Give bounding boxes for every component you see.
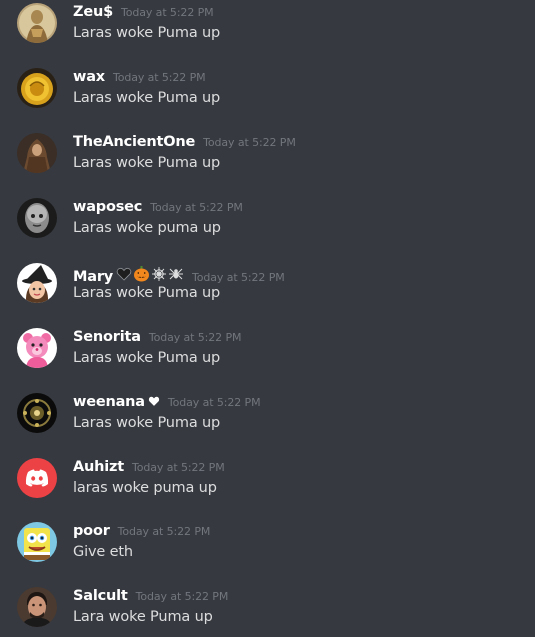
timestamp[interactable]: Today at 5:22 PM: [136, 590, 229, 603]
message-item: wax Today at 5:22 PM Laras woke Puma up: [0, 68, 535, 128]
message-item: Auhizt Today at 5:22 PM laras woke puma …: [0, 458, 535, 518]
username[interactable]: Senorita: [73, 329, 141, 345]
spider-emoji-icon: [169, 268, 184, 279]
message-content: Give eth: [73, 544, 133, 560]
message-content: laras woke puma up: [73, 480, 217, 496]
username[interactable]: Zeu$: [73, 4, 113, 20]
username[interactable]: poor: [73, 523, 110, 539]
spongebob-avatar-icon: [17, 522, 57, 562]
message-content: Laras woke Puma up: [73, 90, 221, 106]
timestamp[interactable]: Today at 5:22 PM: [118, 525, 211, 538]
message-content: Laras woke puma up: [73, 220, 221, 236]
username[interactable]: Mary: [73, 269, 113, 285]
message-item: Zeu$ Today at 5:22 PM Laras woke Puma up: [0, 3, 535, 63]
username[interactable]: weenana: [73, 394, 145, 410]
spider-web-emoji-icon: [152, 266, 167, 281]
white-heart-emoji-icon: [148, 396, 160, 406]
message-item: weenana Today at 5:22 PM Laras woke Puma…: [0, 393, 535, 453]
pink-teddy-bear-avatar-icon: [17, 328, 57, 368]
username[interactable]: Salcult: [73, 588, 128, 604]
username[interactable]: Auhizt: [73, 459, 124, 475]
user-avatar[interactable]: [17, 133, 57, 173]
message-content: Laras woke Puma up: [73, 350, 221, 366]
username[interactable]: wax: [73, 69, 105, 85]
user-avatar[interactable]: [17, 522, 57, 562]
message-content: Laras woke Puma up: [73, 25, 221, 41]
black-heart-emoji-icon: [116, 267, 132, 281]
timestamp[interactable]: Today at 5:22 PM: [150, 201, 243, 214]
username[interactable]: waposec: [73, 199, 142, 215]
user-avatar[interactable]: [17, 3, 57, 43]
cloaked-figure-avatar-icon: [17, 133, 57, 173]
message-item: poor Today at 5:22 PM Give eth: [0, 522, 535, 582]
timestamp[interactable]: Today at 5:22 PM: [192, 271, 285, 284]
timestamp[interactable]: Today at 5:22 PM: [203, 136, 296, 149]
user-avatar[interactable]: [17, 393, 57, 433]
user-avatar[interactable]: [17, 263, 57, 303]
message-item: Senorita Today at 5:22 PM Laras woke Pum…: [0, 328, 535, 388]
user-avatar[interactable]: [17, 198, 57, 238]
user-avatar[interactable]: [17, 328, 57, 368]
message-content: Laras woke Puma up: [73, 415, 221, 431]
man-photo-avatar-icon: [17, 587, 57, 627]
message-content: Laras woke Puma up: [73, 155, 221, 171]
grey-face-avatar-icon: [17, 198, 57, 238]
message-item: Mary Today at 5:22 PM Laras woke Puma up: [0, 263, 535, 323]
jack-o-lantern-emoji-icon: [134, 266, 150, 282]
timestamp[interactable]: Today at 5:22 PM: [168, 396, 261, 409]
timestamp[interactable]: Today at 5:22 PM: [113, 71, 206, 84]
message-item: waposec Today at 5:22 PM Laras woke puma…: [0, 198, 535, 258]
message-item: Salcult Today at 5:22 PM Lara woke Puma …: [0, 587, 535, 637]
user-avatar[interactable]: [17, 458, 57, 498]
user-avatar[interactable]: [17, 587, 57, 627]
user-avatar[interactable]: [17, 68, 57, 108]
timestamp[interactable]: Today at 5:22 PM: [121, 6, 214, 19]
message-list: Zeu$ Today at 5:22 PM Laras woke Puma up…: [0, 0, 535, 637]
gold-coin-avatar-icon: [17, 68, 57, 108]
gold-statue-avatar-icon: [17, 3, 57, 43]
username[interactable]: TheAncientOne: [73, 134, 195, 150]
timestamp[interactable]: Today at 5:22 PM: [149, 331, 242, 344]
timestamp[interactable]: Today at 5:22 PM: [132, 461, 225, 474]
dark-ornament-avatar-icon: [17, 393, 57, 433]
discord-default-avatar-icon: [17, 458, 57, 498]
message-content: Lara woke Puma up: [73, 609, 213, 625]
message-item: TheAncientOne Today at 5:22 PM Laras wok…: [0, 133, 535, 193]
witch-cartoon-avatar-icon: [17, 263, 57, 303]
message-content: Laras woke Puma up: [73, 285, 221, 301]
